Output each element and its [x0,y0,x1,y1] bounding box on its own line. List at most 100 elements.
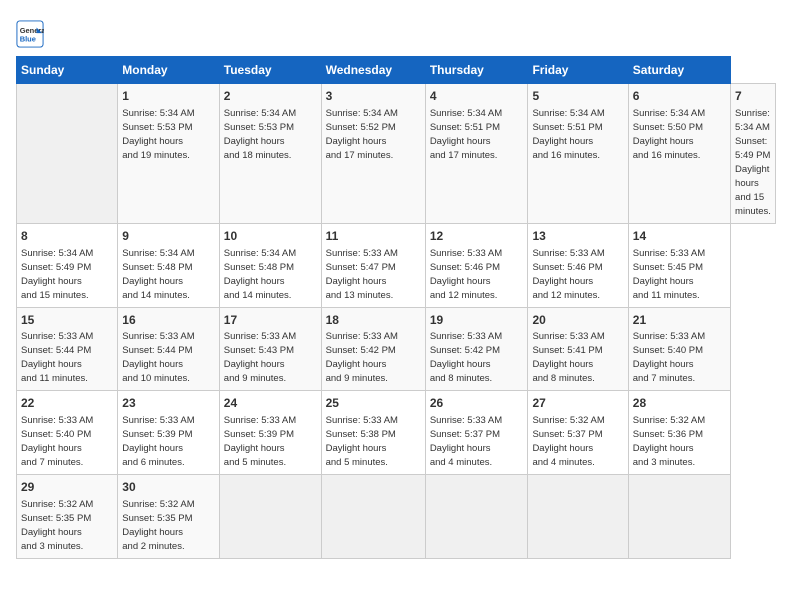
calendar-header-row: SundayMondayTuesdayWednesdayThursdayFrid… [17,57,776,84]
calendar-day-cell: 3Sunrise: 5:34 AMSunset: 5:52 PMDaylight… [321,84,425,224]
day-number: 27 [532,395,623,412]
calendar-day-cell: 15 Sunrise: 5:33 AMSunset: 5:44 PMDayligh… [17,307,118,391]
calendar-day-cell [528,475,628,559]
calendar-day-cell [219,475,321,559]
day-number: 12 [430,228,524,245]
day-number: 11 [326,228,421,245]
calendar-day-cell: 24 Sunrise: 5:33 AMSunset: 5:39 PMDayligh… [219,391,321,475]
weekday-header-sunday: Sunday [17,57,118,84]
calendar-day-cell: 27 Sunrise: 5:32 AMSunset: 5:37 PMDayligh… [528,391,628,475]
calendar-day-cell [425,475,528,559]
day-number: 9 [122,228,215,245]
calendar-day-cell: 17 Sunrise: 5:33 AMSunset: 5:43 PMDayligh… [219,307,321,391]
day-number: 7 [735,88,771,105]
calendar-week-4: 22 Sunrise: 5:33 AMSunset: 5:40 PMDayligh… [17,391,776,475]
calendar-day-cell: 18 Sunrise: 5:33 AMSunset: 5:42 PMDayligh… [321,307,425,391]
calendar-day-cell: 6 Sunrise: 5:34 AMSunset: 5:50 PMDaylight… [628,84,730,224]
day-info: Sunrise: 5:34 AMSunset: 5:49 PMDaylight … [735,108,771,217]
calendar-table: SundayMondayTuesdayWednesdayThursdayFrid… [16,56,776,559]
calendar-day-cell: 23 Sunrise: 5:33 AMSunset: 5:39 PMDayligh… [118,391,220,475]
calendar-day-cell: 9 Sunrise: 5:34 AMSunset: 5:48 PMDaylight… [118,223,220,307]
day-info: Sunrise: 5:32 AMSunset: 5:35 PMDaylight … [21,499,93,552]
day-info: Sunrise: 5:34 AMSunset: 5:48 PMDaylight … [122,248,194,301]
day-info: Sunrise: 5:33 AMSunset: 5:45 PMDaylight … [633,248,705,301]
calendar-day-cell: 25Sunrise: 5:33 AMSunset: 5:38 PMDayligh… [321,391,425,475]
empty-cell [17,84,118,224]
day-info: Sunrise: 5:34 AMSunset: 5:50 PMDaylight … [633,108,705,161]
svg-text:Blue: Blue [20,34,36,43]
day-info: Sunrise: 5:34 AMSunset: 5:48 PMDaylight … [224,248,296,301]
day-info: Sunrise: 5:33 AMSunset: 5:46 PMDaylight … [430,248,502,301]
day-info: Sunrise: 5:34 AMSunset: 5:49 PMDaylight … [21,248,93,301]
weekday-header-friday: Friday [528,57,628,84]
day-number: 2 [224,88,317,105]
day-info: Sunrise: 5:33 AMSunset: 5:41 PMDaylight … [532,331,604,384]
logo: General Blue [16,20,44,48]
calendar-day-cell: 14 Sunrise: 5:33 AMSunset: 5:45 PMDayligh… [628,223,730,307]
day-number: 14 [633,228,726,245]
day-number: 25 [326,395,421,412]
day-number: 26 [430,395,524,412]
day-number: 13 [532,228,623,245]
calendar-week-2: 8 Sunrise: 5:34 AMSunset: 5:49 PMDaylight… [17,223,776,307]
calendar-week-1: 1 Sunrise: 5:34 AMSunset: 5:53 PMDaylight… [17,84,776,224]
day-number: 5 [532,88,623,105]
day-number: 18 [326,312,421,329]
day-number: 15 [21,312,113,329]
calendar-day-cell: 28 Sunrise: 5:32 AMSunset: 5:36 PMDayligh… [628,391,730,475]
day-number: 10 [224,228,317,245]
day-info: Sunrise: 5:33 AMSunset: 5:44 PMDaylight … [122,331,194,384]
calendar-day-cell: 30 Sunrise: 5:32 AMSunset: 5:35 PMDayligh… [118,475,220,559]
day-info: Sunrise: 5:32 AMSunset: 5:35 PMDaylight … [122,499,194,552]
calendar-day-cell: 21Sunrise: 5:33 AMSunset: 5:40 PMDayligh… [628,307,730,391]
day-info: Sunrise: 5:33 AMSunset: 5:40 PMDaylight … [633,331,705,384]
day-number: 6 [633,88,726,105]
day-info: Sunrise: 5:33 AMSunset: 5:42 PMDaylight … [430,331,502,384]
day-number: 19 [430,312,524,329]
calendar-day-cell: 16Sunrise: 5:33 AMSunset: 5:44 PMDayligh… [118,307,220,391]
day-info: Sunrise: 5:33 AMSunset: 5:44 PMDaylight … [21,331,93,384]
calendar-day-cell: 4Sunrise: 5:34 AMSunset: 5:51 PMDaylight… [425,84,528,224]
day-info: Sunrise: 5:33 AMSunset: 5:37 PMDaylight … [430,415,502,468]
day-number: 30 [122,479,215,496]
day-number: 8 [21,228,113,245]
weekday-header-thursday: Thursday [425,57,528,84]
calendar-day-cell: 10 Sunrise: 5:34 AMSunset: 5:48 PMDayligh… [219,223,321,307]
day-info: Sunrise: 5:34 AMSunset: 5:53 PMDaylight … [224,108,296,161]
day-number: 1 [122,88,215,105]
day-info: Sunrise: 5:33 AMSunset: 5:39 PMDaylight … [122,415,194,468]
logo-icon: General Blue [16,20,44,48]
day-number: 23 [122,395,215,412]
day-info: Sunrise: 5:33 AMSunset: 5:43 PMDaylight … [224,331,296,384]
day-info: Sunrise: 5:32 AMSunset: 5:37 PMDaylight … [532,415,604,468]
calendar-day-cell: 29 Sunrise: 5:32 AMSunset: 5:35 PMDayligh… [17,475,118,559]
calendar-day-cell: 8 Sunrise: 5:34 AMSunset: 5:49 PMDaylight… [17,223,118,307]
day-number: 22 [21,395,113,412]
page-header: General Blue [16,16,776,48]
day-number: 17 [224,312,317,329]
day-info: Sunrise: 5:33 AMSunset: 5:40 PMDaylight … [21,415,93,468]
weekday-header-monday: Monday [118,57,220,84]
day-info: Sunrise: 5:34 AMSunset: 5:53 PMDaylight … [122,108,194,161]
day-number: 24 [224,395,317,412]
weekday-header-wednesday: Wednesday [321,57,425,84]
day-info: Sunrise: 5:33 AMSunset: 5:46 PMDaylight … [532,248,604,301]
day-info: Sunrise: 5:33 AMSunset: 5:42 PMDaylight … [326,331,398,384]
calendar-day-cell [321,475,425,559]
calendar-day-cell [628,475,730,559]
calendar-day-cell: 2 Sunrise: 5:34 AMSunset: 5:53 PMDaylight… [219,84,321,224]
day-info: Sunrise: 5:33 AMSunset: 5:47 PMDaylight … [326,248,398,301]
day-info: Sunrise: 5:34 AMSunset: 5:51 PMDaylight … [430,108,502,161]
day-info: Sunrise: 5:33 AMSunset: 5:39 PMDaylight … [224,415,296,468]
calendar-day-cell: 12 Sunrise: 5:33 AMSunset: 5:46 PMDayligh… [425,223,528,307]
calendar-day-cell: 22 Sunrise: 5:33 AMSunset: 5:40 PMDayligh… [17,391,118,475]
day-number: 28 [633,395,726,412]
day-number: 29 [21,479,113,496]
weekday-header-saturday: Saturday [628,57,730,84]
calendar-day-cell: 26 Sunrise: 5:33 AMSunset: 5:37 PMDayligh… [425,391,528,475]
calendar-day-cell: 13 Sunrise: 5:33 AMSunset: 5:46 PMDayligh… [528,223,628,307]
day-info: Sunrise: 5:32 AMSunset: 5:36 PMDaylight … [633,415,705,468]
day-info: Sunrise: 5:34 AMSunset: 5:52 PMDaylight … [326,108,398,161]
weekday-header-tuesday: Tuesday [219,57,321,84]
calendar-week-5: 29 Sunrise: 5:32 AMSunset: 5:35 PMDayligh… [17,475,776,559]
